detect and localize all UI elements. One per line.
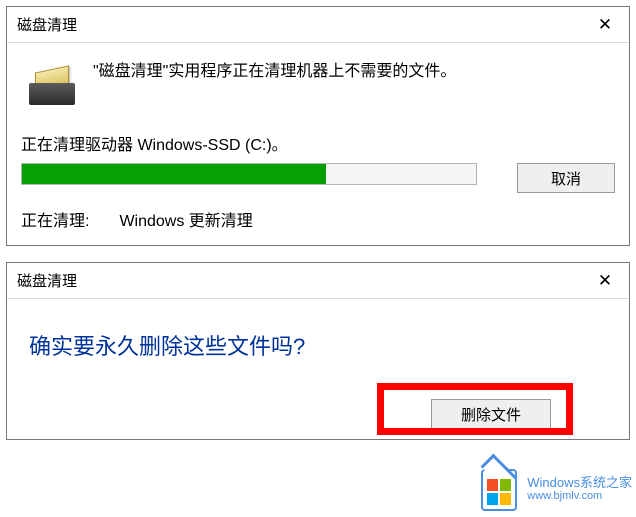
titlebar: 磁盘清理 ✕ [7, 263, 629, 299]
detail-prefix: 正在清理: [21, 207, 89, 231]
progress-row: 取消 [21, 163, 615, 193]
close-button[interactable]: ✕ [583, 8, 627, 42]
disk-cleanup-progress-dialog: 磁盘清理 ✕ "磁盘清理"实用程序正在清理机器上不需要的文件。 正在清理驱动器 … [6, 6, 630, 246]
message-row: "磁盘清理"实用程序正在清理机器上不需要的文件。 [21, 55, 615, 131]
confirm-question: 确实要永久删除这些文件吗? [7, 299, 629, 397]
watermark: Windows系统之家 www.bjmlv.com [477, 467, 632, 511]
delete-files-button[interactable]: 删除文件 [431, 399, 551, 429]
watermark-text: Windows系统之家 www.bjmlv.com [527, 476, 632, 502]
close-icon: ✕ [598, 15, 612, 35]
watermark-url: www.bjmlv.com [527, 490, 632, 502]
cancel-button-label: 取消 [551, 168, 581, 189]
confirm-actions: 删除文件 [431, 399, 551, 429]
watermark-logo-icon [477, 467, 521, 511]
close-icon: ✕ [598, 271, 612, 291]
detail-row: 正在清理: Windows 更新清理 [21, 207, 615, 231]
watermark-brand: Windows系统之家 [527, 476, 632, 490]
detail-value: Windows 更新清理 [119, 207, 252, 231]
titlebar: 磁盘清理 ✕ [7, 7, 629, 43]
progress-bar [21, 163, 477, 185]
progress-bar-fill [22, 164, 326, 184]
dialog-body: "磁盘清理"实用程序正在清理机器上不需要的文件。 正在清理驱动器 Windows… [7, 43, 629, 245]
delete-files-button-label: 删除文件 [461, 404, 521, 425]
close-button[interactable]: ✕ [583, 264, 627, 298]
dialog-title: 磁盘清理 [17, 270, 77, 291]
disk-cleanup-confirm-dialog: 磁盘清理 ✕ 确实要永久删除这些文件吗? 删除文件 [6, 262, 630, 440]
cancel-button[interactable]: 取消 [517, 163, 615, 193]
dialog-message: "磁盘清理"实用程序正在清理机器上不需要的文件。 [93, 61, 456, 83]
dialog-title: 磁盘清理 [17, 14, 77, 35]
drive-icon [29, 65, 75, 105]
status-label: 正在清理驱动器 Windows-SSD (C:)。 [21, 131, 615, 155]
